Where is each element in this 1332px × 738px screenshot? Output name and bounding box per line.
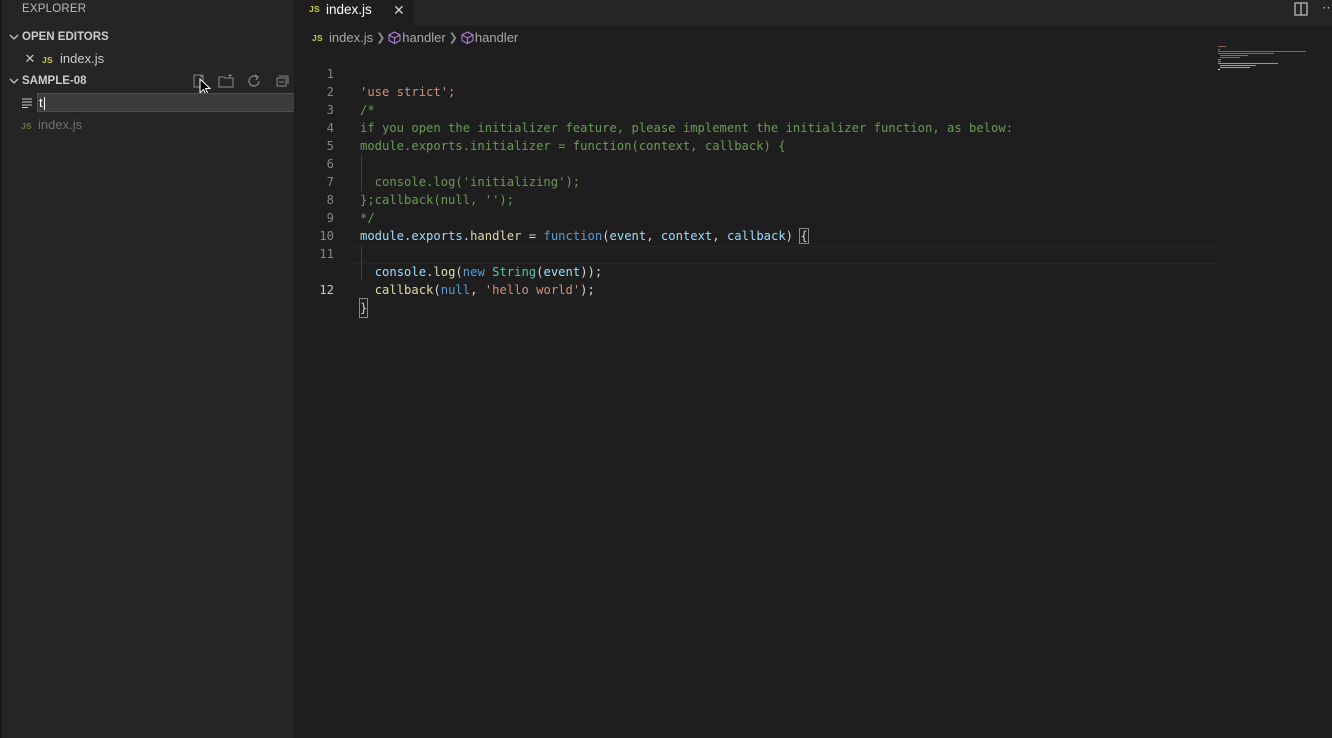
open-editors-label: OPEN EDITORS — [22, 31, 109, 43]
collapse-all-icon[interactable] — [274, 73, 290, 89]
new-file-row: t — [2, 92, 296, 114]
close-icon[interactable]: ✕ — [393, 0, 405, 20]
breadcrumb-file[interactable]: index.js — [329, 29, 373, 47]
new-file-name-input[interactable]: t — [37, 93, 295, 112]
file-name: index.js — [38, 117, 83, 132]
code-line: 8 */ — [294, 173, 1214, 225]
code-line: 3 if you open the initializer feature, p… — [294, 83, 1214, 135]
open-editor-filename: index.js — [60, 51, 105, 66]
token: log — [433, 265, 456, 279]
js-file-icon: JS — [309, 4, 320, 14]
code-line-active: 12 } — [294, 245, 1218, 318]
code-line: 4 module.exports.initializer = function(… — [294, 101, 1214, 153]
code-line: 10 console.log(new String(event)); — [294, 209, 1214, 279]
current-line-highlight — [354, 246, 1218, 264]
breadcrumb-symbol-handler[interactable]: handler — [475, 29, 518, 47]
symbol-method-icon — [461, 31, 474, 45]
code-line: 9 module.exports.handler = function(even… — [294, 191, 1214, 244]
tab-label: index.js — [326, 2, 372, 17]
explorer-title: EXPLORER — [22, 3, 87, 15]
token: event — [543, 265, 581, 279]
code-line: 2 /* — [294, 65, 1214, 117]
token: ); — [580, 283, 595, 297]
code-line: 11 callback(null, 'hello world'); — [294, 227, 1214, 297]
token: )); — [580, 265, 603, 279]
new-file-input-text: t — [39, 95, 43, 110]
token: ( — [536, 265, 544, 279]
split-editor-icon[interactable] — [1294, 2, 1308, 16]
js-file-icon: JS — [42, 55, 53, 65]
folder-label: SAMPLE-08 — [22, 75, 87, 87]
refresh-icon[interactable] — [246, 73, 262, 89]
token: String — [492, 265, 537, 279]
js-file-icon: JS — [21, 121, 32, 131]
tab-index-js[interactable]: JS index.js ✕ — [294, 0, 414, 26]
code-line: 7 }; — [294, 155, 1214, 207]
token: null — [440, 283, 471, 297]
matching-brace: } — [358, 298, 369, 318]
close-icon[interactable]: ✕ — [24, 48, 36, 70]
token: new — [462, 265, 485, 279]
token: 'hello world' — [484, 283, 581, 297]
code-line: 1 'use strict'; — [294, 47, 1214, 99]
minimap[interactable] — [1216, 45, 1310, 75]
token: callback — [374, 283, 434, 297]
editor-area: JS index.js ✕ ⋯ JS index.js ❯ handler ❯ handl… — [294, 0, 1332, 738]
tab-bar: JS index.js ✕ ⋯ — [294, 0, 1332, 26]
text-caret — [43, 97, 45, 111]
code-line: 5 console.log('initializing'); — [294, 119, 1214, 189]
code-text: console.log(new String(event)); — [360, 263, 603, 281]
code-text: callback(null, 'hello world'); — [360, 281, 595, 299]
chevron-right-icon: ❯ — [448, 31, 458, 44]
breadcrumb-symbol-handler[interactable]: handler — [402, 29, 445, 47]
token: console — [374, 265, 427, 279]
new-folder-icon[interactable] — [218, 73, 234, 89]
js-file-icon: JS — [312, 32, 323, 43]
explorer-sidebar: EXPLORER OPEN EDITORS ✕ JS index.js SAMP… — [0, 0, 296, 738]
chevron-down-icon — [9, 78, 19, 84]
line-number: 12 — [319, 283, 334, 297]
token: , — [470, 283, 485, 297]
open-editors-header[interactable]: OPEN EDITORS — [2, 27, 296, 47]
chevron-right-icon: ❯ — [376, 31, 386, 44]
token: ( — [433, 283, 441, 297]
symbol-method-icon — [388, 31, 401, 45]
text-file-icon — [22, 98, 32, 108]
open-editor-item[interactable]: ✕ JS index.js — [2, 48, 296, 70]
indent-guide — [361, 263, 362, 281]
more-actions-icon[interactable]: ⋯ — [1322, 0, 1332, 16]
code-line: 6 callback(null, ''); — [294, 137, 1214, 207]
chevron-down-icon — [9, 34, 19, 40]
token: ( — [455, 265, 463, 279]
file-item[interactable]: JS index.js — [2, 114, 296, 136]
breadcrumb: JS index.js ❯ handler ❯ handler — [312, 28, 518, 46]
